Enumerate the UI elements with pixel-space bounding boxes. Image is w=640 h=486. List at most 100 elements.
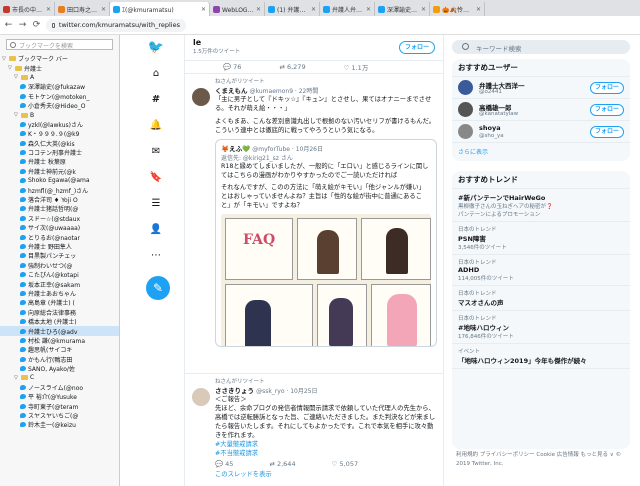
twitter-search-input[interactable]: キーワード検索 [452,40,630,54]
bookmark-item[interactable]: hzmfl(@_hzmf_)さん [0,185,119,195]
avatar[interactable] [458,102,473,117]
bookmark-item[interactable]: SANO, Ayako/佐 [0,364,119,373]
bookmark-item[interactable]: 坂本正幸(@sakam [0,279,119,289]
bookmark-item[interactable]: Shoko Egawa(@ama [0,176,119,185]
bookmark-item[interactable]: ノースライム(@noo [0,383,119,392]
bookmark-folder[interactable]: ▽ A [0,73,119,82]
show-thread-link[interactable]: このスレッドを表示 [215,470,437,479]
chevron-down-icon[interactable]: ▽ [8,65,13,71]
bookmark-item[interactable]: 橋本太地 (弁護士) [0,317,119,326]
browser-tab[interactable]: 🎃🍂怜奈 富冨口✕ [430,2,485,16]
close-icon[interactable]: ✕ [256,6,261,13]
bookmark-item[interactable]: 平 裕介(@Yusuke [0,392,119,401]
lists-icon[interactable]: ☰ [150,197,162,209]
notifications-icon[interactable]: 🔔 [150,119,162,131]
reload-icon[interactable]: ⟳ [32,20,41,30]
bookmark-item[interactable]: 落合洋司 ♦ Yoji O [0,195,119,204]
hashtag[interactable]: #不当懲戒請求 [215,449,437,458]
follow-button[interactable]: フォロー [399,41,435,54]
bookmark-item[interactable]: 弁護士ひろ(@adv [0,326,119,336]
who-to-follow-item[interactable]: 弁護士大西洋一 @o2441 フォロー [452,77,630,99]
follow-button[interactable]: フォロー [590,104,624,116]
trend-item[interactable]: イベント 「地味ハロウィン2019」今年も傑作が続々 [452,344,630,369]
close-icon[interactable]: ✕ [311,6,316,13]
bookmark-item[interactable]: モトケン(@motoken_ [0,92,119,101]
browser-tab[interactable]: 田口寿之介とか藤✕ [55,2,110,16]
bookmark-item[interactable]: ココテン刑事弁護士 [0,148,119,157]
chevron-down-icon[interactable]: ▽ [14,375,19,381]
tweet[interactable]: ねさんがリツイート くまえもん @kumaemon9 · 22時間 「主に男子と… [185,74,443,374]
twitter-logo-icon[interactable]: 🐦 [148,40,164,55]
who-to-follow-item[interactable]: shoya @sho_ya フォロー [452,121,630,143]
bookmark-item[interactable]: 高島章 (弁護士) ( [0,298,119,307]
bookmark-item[interactable]: 弁護士 野田隼人 [0,242,119,251]
bookmark-item[interactable]: かもん行(鴨志田 [0,355,119,364]
bookmark-item[interactable]: 目黒製パンチェッ [0,251,119,260]
bookmark-item[interactable]: yzkl(@lawkus)さん [0,120,119,129]
browser-tab[interactable]: 深澤諭史(@fukazaw✕ [375,2,430,16]
bookmark-item[interactable]: 寺町東子(@teram [0,401,119,411]
bookmark-item[interactable]: 深澤諭史(@fukazaw [0,82,119,91]
chevron-down-icon[interactable]: ▽ [2,56,7,62]
footer-links[interactable]: 利用規約 プライバシーポリシー Cookie 広告情報 もっと見る ∨ © 20… [456,451,632,469]
more-icon[interactable]: ⋯ [150,249,162,261]
avatar[interactable] [458,124,473,139]
trend-item[interactable]: 日本のトレンド #地味ハロウィン 176,846件のツイート [452,311,630,344]
close-icon[interactable]: ✕ [46,6,51,13]
trend-item[interactable]: #新パンテーンでHairWeGo 黒柳徹子さんの玉ねぎヘアの秘密が❓ パンテーンによ… [452,189,630,222]
bookmark-folder[interactable]: ▽ C [0,373,119,382]
avatar[interactable] [458,80,473,95]
reply-count[interactable]: 💬 45 [215,460,233,468]
bookmark-item[interactable]: スドー☆(@stdaux [0,214,119,223]
compose-tweet-button[interactable]: ✎ [146,276,170,300]
forward-icon[interactable]: → [18,20,27,30]
bookmark-folder[interactable]: ▽ B [0,110,119,119]
trend-item[interactable]: 日本のトレンド PSN障害 3,546件のツイート [452,222,630,255]
close-icon[interactable]: ✕ [421,6,426,13]
bookmark-item[interactable]: 弁護士あおちゃん [0,289,119,298]
bookmark-item[interactable]: 弁護士猪話哲明(@ [0,204,119,213]
comic-image[interactable]: FAQ [221,214,431,346]
browser-tab[interactable]: 弁護人弁護士実✕ [320,2,375,16]
quoted-tweet[interactable]: 🦊えふ💚 @myforTube · 10月26日 返信先: @kirig21_s… [215,139,437,347]
bookmark-item[interactable]: サイ次(@uwaaaa) [0,223,119,232]
bookmark-folder[interactable]: ▽ ブックマーク バー [0,54,119,64]
bookmarks-icon[interactable]: 🔖 [150,171,162,183]
browser-tab[interactable]: (1) 弁護人弁護士✕ [265,2,320,16]
bookmark-item[interactable]: 弁護士 秋葉原 [0,157,119,166]
reply-count[interactable]: 💬 76 [223,63,241,71]
follow-button[interactable]: フォロー [590,82,624,94]
browser-tab[interactable]: ｴ(@kmuramatsu) ✕ [110,2,210,16]
like-count[interactable]: ♡ 1.1万 [344,62,369,72]
browser-tab[interactable]: 市長の中止理由ひ✕ [0,2,55,16]
bookmark-item[interactable]: 弁護士神前元(@k [0,167,119,176]
bookmark-item[interactable]: とりるお(@naotar [0,232,119,242]
bookmark-item[interactable]: 鈴木圭一(@keizu [0,420,119,429]
trend-item[interactable]: 日本のトレンド ADHD 114,005件のツイート [452,255,630,286]
bookmark-item[interactable]: 向原総合法律事務 [0,308,119,317]
bookmark-item[interactable]: こたぴん(@kotapi [0,270,119,279]
explore-icon[interactable]: # [150,93,162,105]
bookmark-item[interactable]: 強制わいせつ(@ [0,261,119,270]
retweet-count[interactable]: ⇄ 2,644 [269,460,295,468]
bookmark-folder[interactable]: ▽ 弁護士 [0,63,119,73]
close-icon[interactable]: ✕ [201,6,206,13]
bookmark-item[interactable]: 趣思帆(サイコキ [0,345,119,354]
bookmark-item[interactable]: K・９９９.９(@k9 [0,129,119,138]
bookmark-search-input[interactable]: ブックマークを検索 [6,39,113,50]
close-icon[interactable]: ✕ [101,6,106,13]
who-to-follow-item[interactable]: 高橋雄一郎 @kanatatylaw フォロー [452,99,630,121]
browser-tab[interactable]: WebLOG 弁護士中村✕ [210,2,265,16]
close-icon[interactable]: ✕ [366,6,371,13]
avatar[interactable] [192,88,210,106]
tweet[interactable]: ねさんがリツイート ささきりょう @ssk_ryo · 10月25日 ＜ご報告＞… [185,374,443,486]
profile-icon[interactable]: 👤 [150,223,162,235]
show-more-link[interactable]: さらに表示 [452,143,630,160]
bookmark-item[interactable]: 森久仁大英(@kis [0,139,119,148]
avatar[interactable] [192,388,210,406]
bookmark-item[interactable]: 小倉秀夫(@Hideo_O [0,101,119,110]
messages-icon[interactable]: ✉ [150,145,162,157]
address-bar[interactable]: twitter.com/kmuramatsu/with_replies [46,18,186,32]
retweet-count[interactable]: ⇄ 6,279 [279,63,305,71]
tweet-user-name[interactable]: ささきりょう [215,387,254,395]
